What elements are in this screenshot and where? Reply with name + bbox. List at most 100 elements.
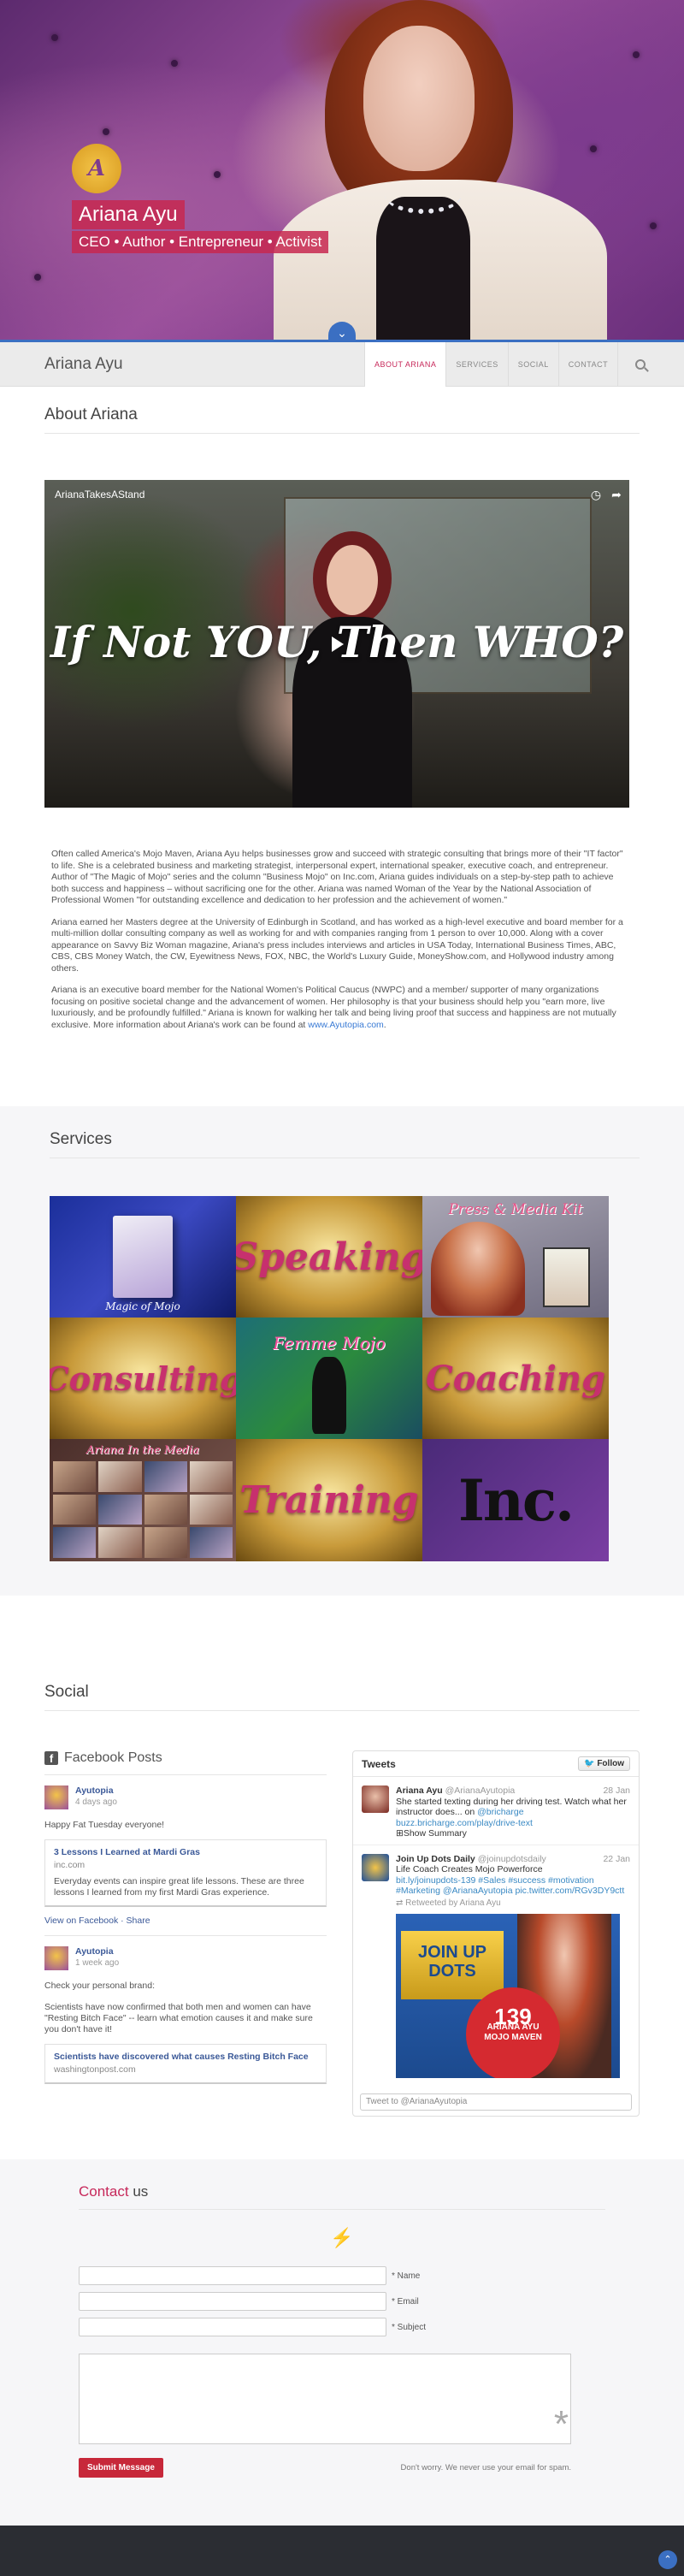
- tweet-text: Life Coach Creates Mojo Powerforce: [396, 1864, 543, 1874]
- email-field[interactable]: [79, 2292, 386, 2311]
- attachment-text: Everyday events can inspire great life l…: [54, 1876, 304, 1898]
- service-tile-coaching[interactable]: Coaching: [422, 1318, 609, 1439]
- avatar[interactable]: [362, 1785, 389, 1813]
- footer: ⌃: [0, 2526, 684, 2576]
- tweet-handle[interactable]: @ArianaAyutopia: [445, 1785, 516, 1796]
- facebook-post: Ayutopia 1 week ago Check your personal …: [44, 1935, 327, 2084]
- post-author[interactable]: Ayutopia: [75, 1946, 119, 1957]
- subject-field[interactable]: [79, 2318, 386, 2336]
- video-player[interactable]: ArianaTakesAStand ◷ ➦ If Not YOU, Then W…: [44, 480, 629, 808]
- speaking-label: Speaking: [236, 1235, 422, 1279]
- tuft-decoration: [214, 171, 221, 178]
- service-tile-speaking[interactable]: Speaking: [236, 1196, 422, 1318]
- clock-icon[interactable]: ◷: [588, 487, 604, 502]
- post-time[interactable]: 4 days ago: [75, 1797, 117, 1808]
- avatar[interactable]: [44, 1946, 68, 1970]
- video-channel-name[interactable]: ArianaTakesAStand: [55, 489, 144, 500]
- brand-link[interactable]: Ariana Ayu: [44, 355, 123, 374]
- tweet-author[interactable]: Join Up Dots Daily: [396, 1854, 475, 1864]
- logo-badge[interactable]: A: [72, 144, 121, 193]
- service-tile-press[interactable]: Press & Media Kit: [422, 1196, 609, 1318]
- submit-message-button[interactable]: Submit Message: [79, 2458, 163, 2478]
- chevron-down-icon: ⌄: [337, 326, 347, 340]
- hero-portrait: [256, 0, 616, 342]
- coaching-label: Coaching: [425, 1358, 606, 1399]
- service-tile-training[interactable]: Training: [236, 1439, 422, 1561]
- post-actions[interactable]: View on Facebook · Share: [44, 1916, 327, 1927]
- name-label: * Name: [392, 2271, 421, 2281]
- hero-banner: A Ariana Ayu CEO • Author • Entrepreneur…: [0, 0, 684, 342]
- subject-label: * Subject: [392, 2322, 427, 2332]
- tweet-input[interactable]: Tweet to @ArianaAyutopia: [360, 2093, 632, 2111]
- social-title: Social: [44, 1683, 640, 1711]
- contact-title: Contact us: [79, 2183, 605, 2210]
- about-title: About Ariana: [44, 406, 640, 434]
- tweet-author[interactable]: Ariana Ayu: [396, 1785, 443, 1796]
- training-label: Training: [239, 1478, 419, 1522]
- facebook-icon: f: [44, 1751, 58, 1765]
- book-cover: [113, 1216, 173, 1298]
- post-attachment[interactable]: 3 Lessons I Learned at Mardi Gras inc.co…: [44, 1839, 327, 1907]
- facebook-feed-title: Facebook Posts: [64, 1750, 162, 1765]
- inc-logo: Inc.: [457, 1466, 575, 1534]
- contact-section: Contact us ⚡ * Name * Email * Subject * …: [0, 2159, 684, 2534]
- press-portrait: [431, 1222, 525, 1316]
- service-tile-consulting[interactable]: Consulting: [50, 1318, 236, 1439]
- about-section: About Ariana ArianaTakesAStand ◷ ➦ If No…: [0, 387, 684, 1031]
- press-label: Press & Media Kit: [448, 1201, 583, 1218]
- nav-item-about[interactable]: ABOUT ARIANA: [364, 342, 446, 387]
- post-author[interactable]: Ayutopia: [75, 1785, 117, 1797]
- join-up-dots-logo: JOIN UP DOTS: [401, 1931, 504, 1999]
- navbar: Ariana Ayu ABOUT ARIANA SERVICES SOCIAL …: [0, 342, 684, 387]
- name-field[interactable]: [79, 2266, 386, 2285]
- femme-figure: [312, 1357, 346, 1434]
- retweet-icon: ⇄: [396, 1898, 404, 1908]
- attachment-domain: washingtonpost.com: [54, 2064, 136, 2075]
- nav-item-contact[interactable]: CONTACT: [557, 342, 617, 387]
- bolt-icon: ⚡: [330, 2227, 354, 2248]
- post-text: Check your personal brand:: [44, 1981, 155, 1991]
- avatar[interactable]: [44, 1785, 68, 1809]
- facebook-feed: f Facebook Posts Ayutopia 4 days ago Happ…: [44, 1750, 327, 2117]
- service-tile-book[interactable]: Magic of Mojo: [50, 1196, 236, 1318]
- share-icon[interactable]: ➦: [609, 487, 624, 502]
- tuft-decoration: [633, 51, 640, 58]
- email-label: * Email: [392, 2296, 419, 2307]
- follow-button[interactable]: 🐦 Follow: [578, 1756, 630, 1771]
- tweet-media[interactable]: JOIN UP DOTS 139 ARIANA AYU MOJO MAVEN: [396, 1914, 620, 2078]
- post-time[interactable]: 1 week ago: [75, 1957, 119, 1969]
- back-to-top-button[interactable]: ⌃: [658, 2550, 677, 2569]
- tweet-link[interactable]: buzz.bricharge.com/play/drive-text: [396, 1818, 630, 1829]
- tweet-date[interactable]: 28 Jan: [603, 1785, 630, 1797]
- service-tile-inc[interactable]: Inc.: [422, 1439, 609, 1561]
- show-summary-link[interactable]: ⊞Show Summary: [396, 1828, 630, 1839]
- nav-item-services[interactable]: SERVICES: [445, 342, 507, 387]
- search-button[interactable]: [617, 342, 662, 387]
- tweet-date[interactable]: 22 Jan: [603, 1854, 630, 1865]
- post-attachment[interactable]: Scientists have discovered what causes R…: [44, 2044, 327, 2084]
- nav-item-social[interactable]: SOCIAL: [507, 342, 558, 387]
- media-collage: [50, 1439, 236, 1561]
- attachment-title[interactable]: 3 Lessons I Learned at Mardi Gras: [54, 1847, 317, 1858]
- tweet-handle[interactable]: @joinupdotsdaily: [478, 1854, 546, 1864]
- tuft-decoration: [103, 128, 109, 135]
- tweet-links[interactable]: bit.ly/joinupdots-139 #Sales #success #m…: [396, 1875, 630, 1897]
- chevron-up-icon: ⌃: [663, 2555, 672, 2565]
- play-icon[interactable]: [327, 634, 347, 654]
- video-speaker: [292, 531, 412, 808]
- tweet: 22 Jan Join Up Dots Daily @joinupdotsdai…: [353, 1845, 639, 2084]
- media-label: Ariana In the Media: [86, 1444, 200, 1457]
- avatar[interactable]: [362, 1853, 389, 1881]
- service-tile-femme[interactable]: Femme Mojo: [236, 1318, 422, 1439]
- attachment-title[interactable]: Scientists have discovered what causes R…: [54, 2052, 317, 2063]
- tuft-decoration: [34, 274, 41, 281]
- retweet-note: ⇄ Retweeted by Ariana Ayu: [396, 1898, 501, 1908]
- twitter-widget: Tweets 🐦 Follow 28 Jan Ariana Ayu @Arian…: [352, 1750, 640, 2117]
- ayutopia-link[interactable]: www.Ayutopia.com: [308, 1020, 384, 1030]
- service-tile-media[interactable]: Ariana In the Media: [50, 1439, 236, 1561]
- message-textarea[interactable]: *: [79, 2354, 571, 2444]
- nav-menu: ABOUT ARIANA SERVICES SOCIAL CONTACT: [364, 342, 662, 387]
- search-icon: [634, 359, 646, 370]
- tweet-mention[interactable]: @bricharge: [477, 1807, 523, 1817]
- spam-note: Don't worry. We never use your email for…: [400, 2463, 571, 2472]
